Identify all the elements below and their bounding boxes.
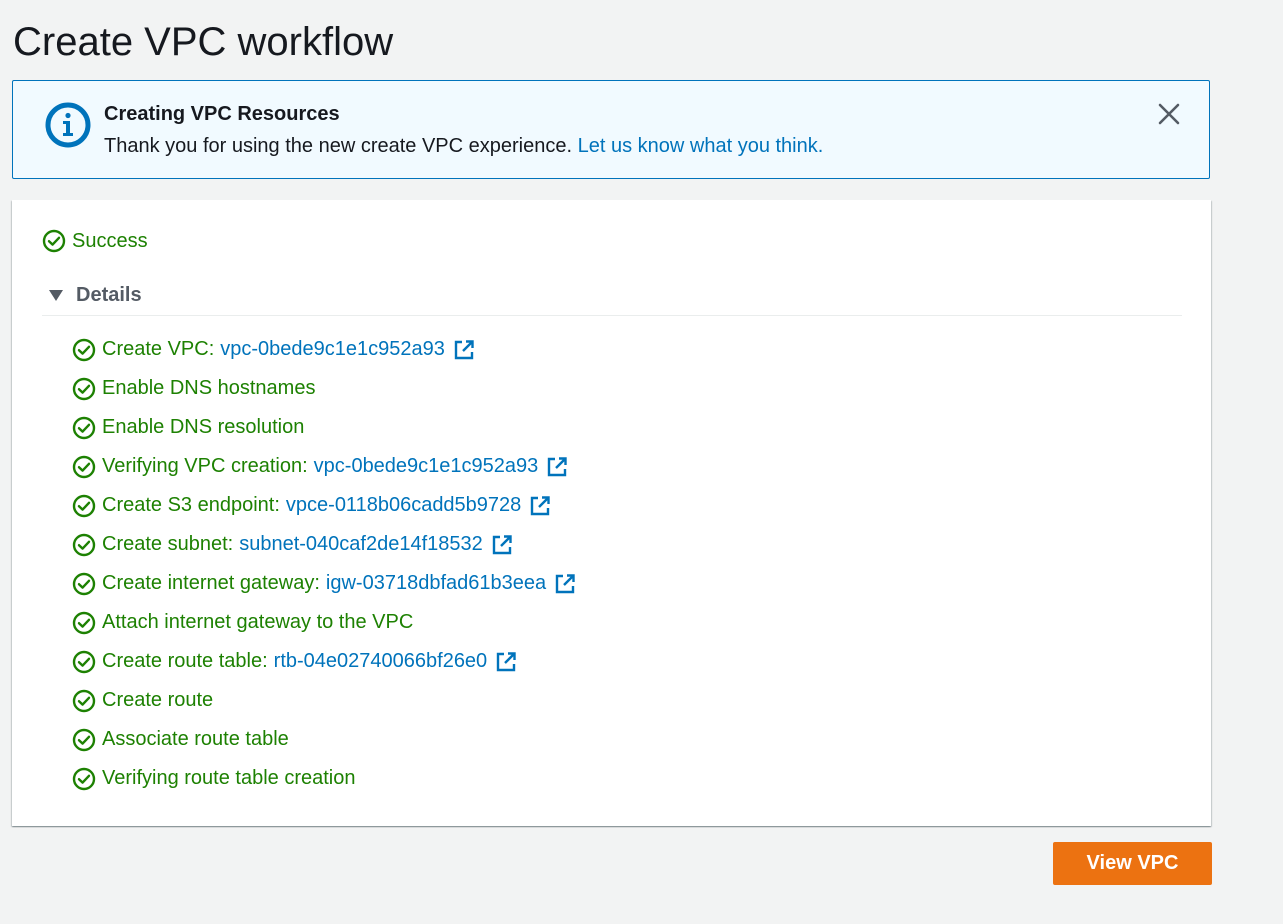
status-label: Success — [72, 229, 148, 252]
workflow-step: Create route — [72, 681, 576, 720]
check-circle-icon — [72, 494, 96, 517]
workflow-steps-list: Create VPC: vpc-0bede9c1e1c952a93 Enable… — [72, 330, 576, 798]
step-label: Verifying route table creation — [102, 767, 356, 789]
external-link-icon[interactable] — [554, 573, 576, 595]
check-circle-icon — [72, 533, 96, 556]
workflow-step: Create VPC: vpc-0bede9c1e1c952a93 — [72, 330, 576, 369]
resource-link[interactable]: subnet-040caf2de14f18532 — [239, 533, 483, 556]
check-circle-icon — [72, 728, 96, 751]
feedback-link[interactable]: Let us know what you think. — [578, 135, 824, 157]
workflow-status-panel: Success Details Create VPC: vpc-0bede9c1… — [12, 200, 1211, 826]
workflow-step: Associate route table — [72, 720, 576, 759]
step-label: Create S3 endpoint: — [102, 494, 280, 516]
close-icon[interactable] — [1156, 101, 1182, 127]
step-label: Create route table: — [102, 650, 268, 672]
step-label: Create internet gateway: — [102, 572, 320, 594]
flash-message: Thank you for using the new create VPC e… — [104, 133, 823, 159]
check-circle-icon — [72, 455, 96, 478]
workflow-step: Verifying route table creation — [72, 759, 576, 798]
caret-down-icon — [49, 290, 63, 301]
step-label: Enable DNS resolution — [102, 416, 305, 438]
step-label: Attach internet gateway to the VPC — [102, 611, 414, 633]
external-link-icon[interactable] — [491, 534, 513, 556]
workflow-step: Verifying VPC creation: vpc-0bede9c1e1c9… — [72, 447, 576, 486]
external-link-icon[interactable] — [453, 339, 475, 361]
check-circle-icon — [72, 416, 96, 439]
check-circle-icon — [72, 611, 96, 634]
external-link-icon[interactable] — [529, 495, 551, 517]
step-label: Create route — [102, 689, 214, 711]
workflow-step: Create S3 endpoint: vpce-0118b06cadd5b97… — [72, 486, 576, 525]
resource-link[interactable]: vpce-0118b06cadd5b9728 — [286, 494, 521, 517]
check-circle-icon — [72, 650, 96, 673]
step-label: Create VPC: — [102, 338, 215, 360]
step-label: Create subnet: — [102, 533, 234, 555]
workflow-step: Enable DNS hostnames — [72, 369, 576, 408]
info-flashbar: Creating VPC Resources Thank you for usi… — [12, 80, 1210, 179]
info-icon — [45, 102, 91, 148]
check-circle-icon — [72, 767, 96, 790]
external-link-icon[interactable] — [495, 651, 517, 673]
flash-message-text: Thank you for using the new create VPC e… — [104, 135, 573, 157]
external-link-icon[interactable] — [546, 456, 568, 478]
workflow-step: Create internet gateway: igw-03718dbfad6… — [72, 564, 576, 603]
resource-link[interactable]: vpc-0bede9c1e1c952a93 — [220, 338, 445, 361]
workflow-step: Create subnet: subnet-040caf2de14f18532 — [72, 525, 576, 564]
step-label: Verifying VPC creation: — [102, 455, 308, 477]
view-vpc-button[interactable]: View VPC — [1053, 842, 1212, 885]
check-circle-icon — [72, 689, 96, 712]
check-circle-icon — [72, 572, 96, 595]
details-divider — [42, 315, 1182, 316]
step-label: Enable DNS hostnames — [102, 377, 316, 399]
flash-title: Creating VPC Resources — [104, 103, 340, 125]
details-label: Details — [76, 283, 142, 306]
resource-link[interactable]: vpc-0bede9c1e1c952a93 — [314, 455, 539, 478]
details-toggle[interactable]: Details — [48, 282, 142, 308]
workflow-step: Create route table: rtb-04e02740066bf26e… — [72, 642, 576, 681]
page: Create VPC workflow Creating VPC Resourc… — [0, 0, 1283, 924]
status-success: Success — [42, 228, 148, 254]
workflow-step: Enable DNS resolution — [72, 408, 576, 447]
check-circle-icon — [72, 377, 96, 400]
check-circle-icon — [42, 229, 66, 253]
step-label: Associate route table — [102, 728, 289, 750]
workflow-step: Attach internet gateway to the VPC — [72, 603, 576, 642]
check-circle-icon — [72, 338, 96, 361]
page-title: Create VPC workflow — [13, 20, 394, 64]
resource-link[interactable]: rtb-04e02740066bf26e0 — [274, 650, 488, 673]
resource-link[interactable]: igw-03718dbfad61b3eea — [326, 572, 546, 595]
